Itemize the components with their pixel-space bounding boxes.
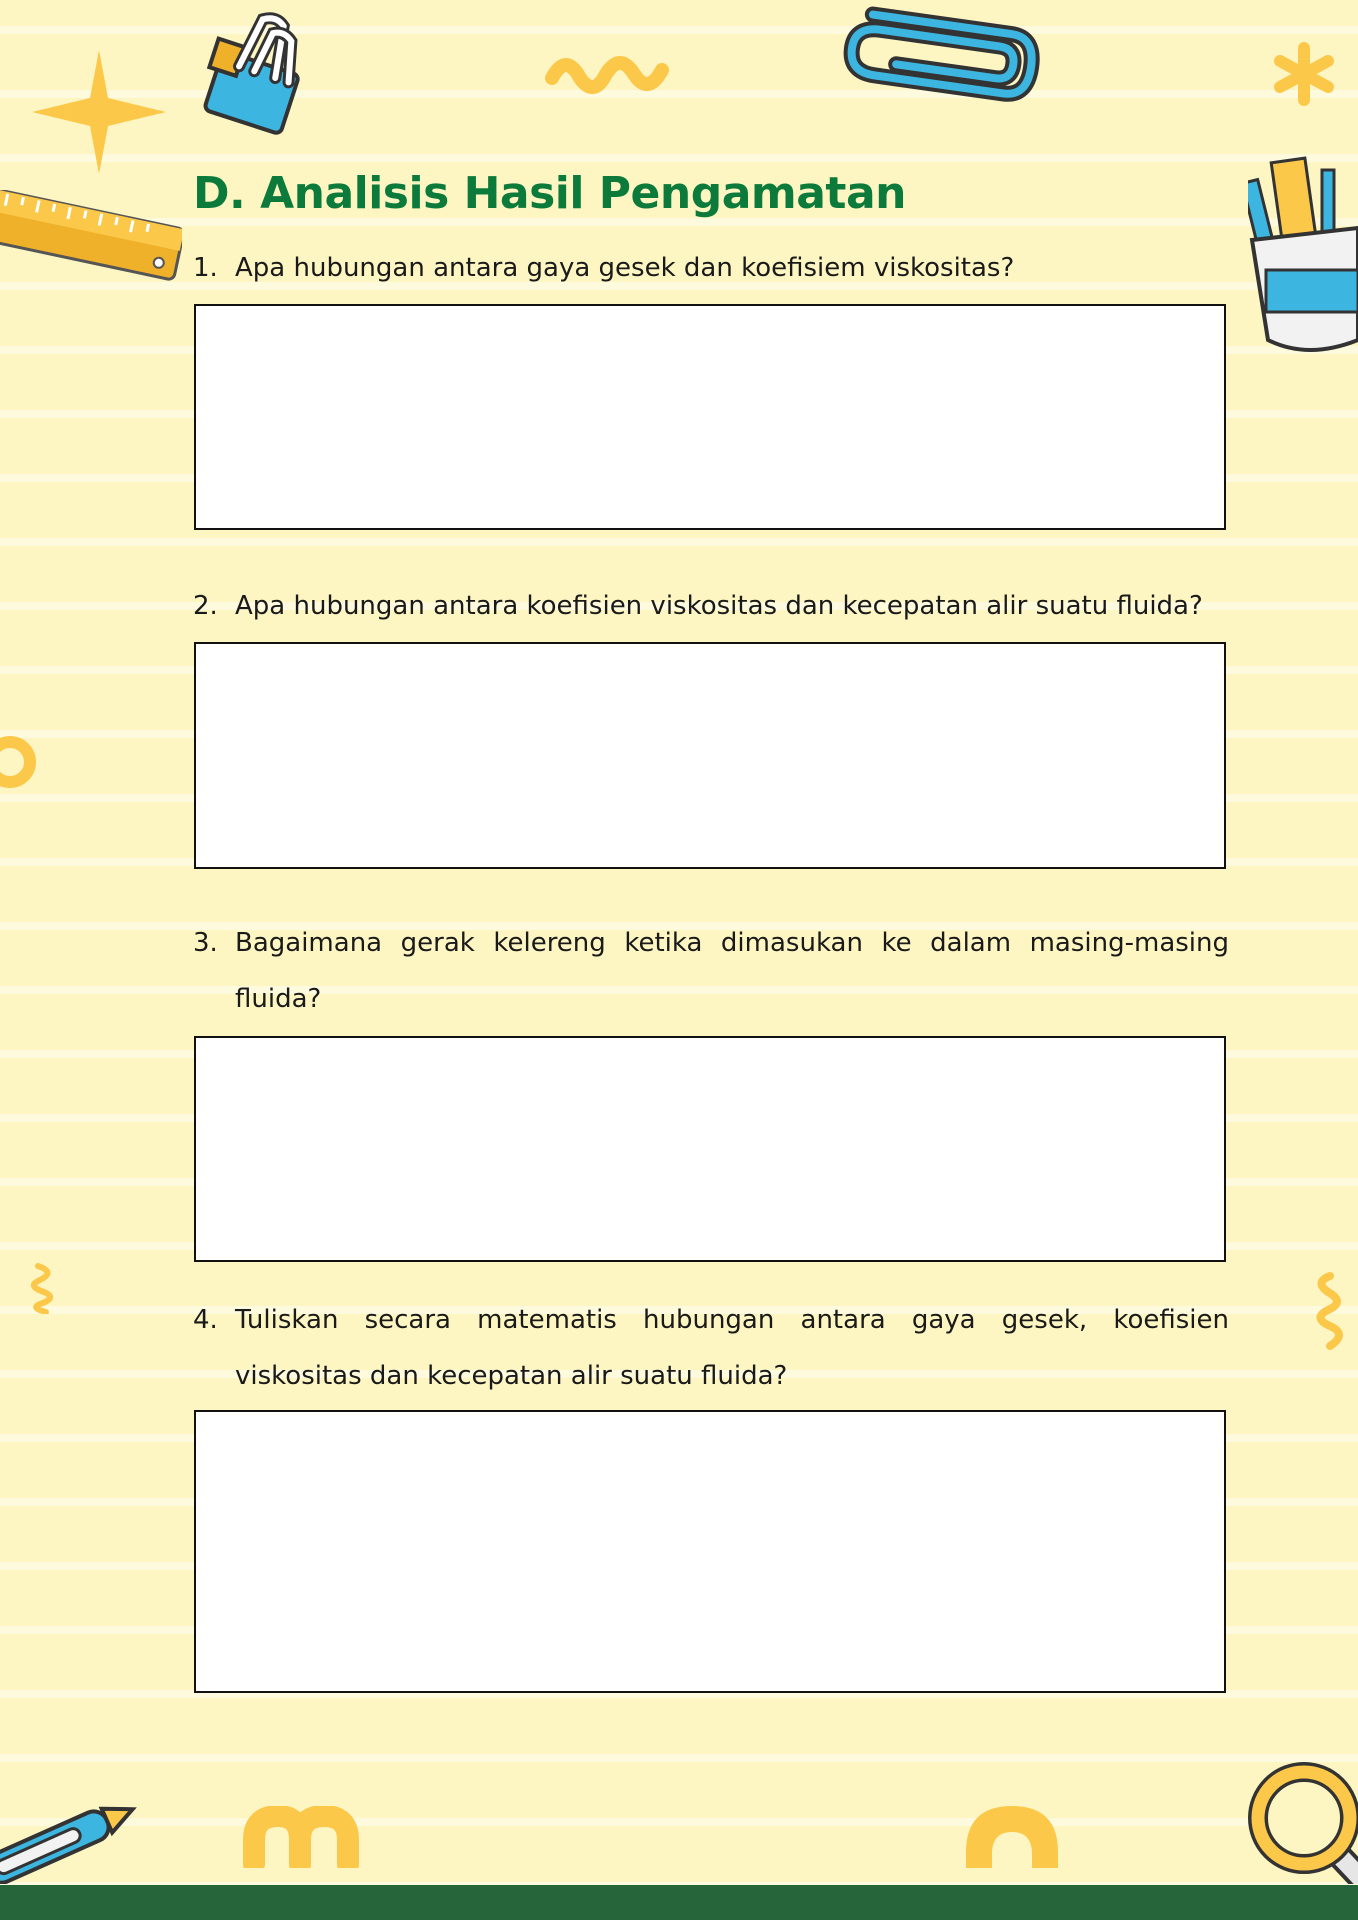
asterisk-icon	[1274, 42, 1334, 106]
page-title: D. Analisis Hasil Pengamatan	[193, 168, 906, 219]
question-text: Apa hubungan antara koefisien viskositas…	[235, 591, 1203, 621]
star-icon	[32, 50, 166, 174]
ring-icon	[0, 736, 36, 788]
squiggle-icon	[243, 1806, 359, 1868]
spiral-icon	[31, 1263, 53, 1314]
paper-clip-icon	[843, 6, 1040, 102]
pencil-cup-icon	[1248, 156, 1358, 352]
answer-box-3[interactable]	[194, 1036, 1226, 1262]
question-1: 1. Apa hubungan antara gaya gesek dan ko…	[193, 240, 1229, 296]
arch-icon	[966, 1806, 1058, 1868]
answer-box-2[interactable]	[194, 642, 1226, 869]
question-text: Tuliskan secara matematis hubungan antar…	[235, 1305, 1229, 1391]
question-3: 3. Bagaimana gerak kelereng ketika dimas…	[193, 915, 1229, 1027]
question-number: 4.	[193, 1305, 218, 1335]
question-4: 4. Tuliskan secara matematis hubungan an…	[193, 1292, 1229, 1404]
spiral-icon	[1316, 1272, 1343, 1350]
answer-box-1[interactable]	[194, 304, 1226, 530]
binder-clip-icon	[203, 12, 300, 135]
question-number: 2.	[193, 591, 218, 621]
question-2: 2. Apa hubungan antara koefisien viskosi…	[193, 578, 1229, 634]
section-letter: D.	[193, 168, 246, 219]
ruler-icon	[0, 190, 182, 281]
question-text: Apa hubungan antara gaya gesek dan koefi…	[235, 253, 1015, 283]
question-number: 3.	[193, 928, 218, 958]
footer-bar	[0, 1885, 1358, 1920]
question-text: Bagaimana gerak kelereng ketika dimasuka…	[235, 928, 1229, 1014]
section-title: Analisis Hasil Pengamatan	[260, 168, 906, 219]
magnifier-icon	[1248, 1762, 1358, 1884]
question-number: 1.	[193, 253, 218, 283]
squiggle-icon	[545, 56, 669, 94]
answer-box-4[interactable]	[194, 1410, 1226, 1693]
pen-icon	[0, 1806, 137, 1884]
